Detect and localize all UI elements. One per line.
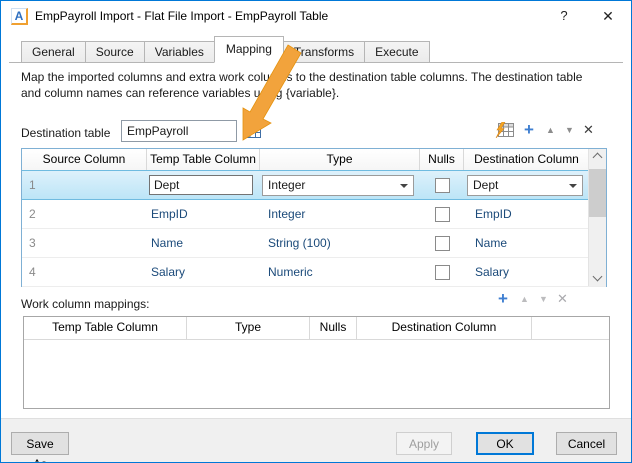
type-value: String (100) [260,236,420,250]
nulls-checkbox[interactable] [435,236,450,251]
temp-column-value: Salary [147,265,260,279]
column-header-source-column[interactable]: Source Column [22,149,147,170]
destination-column-value: EmpID [464,207,589,221]
chevron-up-icon [593,153,603,163]
vertical-scrollbar[interactable] [588,149,606,286]
grid-toolbar: + ▲ ▼ ✕ [495,120,596,140]
dialog-window: A EmpPayroll Import - Flat File Import -… [0,0,632,463]
scrollbar-thumb[interactable] [589,169,606,217]
type-value: Numeric [260,265,420,279]
tab-general[interactable]: General [21,41,86,63]
title-bar: A EmpPayroll Import - Flat File Import -… [1,1,631,31]
delete-row-icon[interactable]: ✕ [581,121,596,139]
delete-row-icon[interactable]: ✕ [555,290,570,308]
work-grid-toolbar: + ▲ ▼ ✕ [495,290,570,308]
mapping-grid-header: Source Column Temp Table Column Type Nul… [22,149,606,171]
scroll-down-button[interactable] [589,271,606,286]
destination-column-value: Salary [464,265,589,279]
destination-column-dropdown[interactable]: Dept [467,175,583,196]
auto-map-icon[interactable] [495,122,514,138]
move-down-icon[interactable]: ▼ [562,121,577,139]
instruction-text: Map the imported columns and extra work … [21,69,621,101]
column-header-destination-column[interactable]: Destination Column [357,317,532,339]
table-row[interactable]: 4 Salary Numeric Salary [22,258,606,287]
nulls-checkbox[interactable] [435,207,450,222]
row-number: 1 [22,178,147,192]
work-mappings-label: Work column mappings: [21,297,150,311]
close-button[interactable]: ✕ [593,1,623,31]
ok-button[interactable]: OK [476,432,534,455]
tab-variables[interactable]: Variables [144,41,215,63]
table-picker-icon[interactable] [244,123,261,138]
chevron-down-icon [569,184,577,188]
nulls-checkbox[interactable] [435,265,450,280]
button-bar: Save As Apply OK Cancel [1,418,631,462]
instruction-line-2: and column names can reference variables… [21,85,621,101]
tab-transforms[interactable]: Transforms [283,41,365,63]
move-down-icon[interactable]: ▼ [536,290,551,308]
temp-column-value: EmpID [147,207,260,221]
app-icon: A [11,8,28,25]
mapping-grid: Source Column Temp Table Column Type Nul… [21,148,607,287]
type-value: Integer [260,207,420,221]
column-header-nulls[interactable]: Nulls [420,149,464,170]
apply-button[interactable]: Apply [396,432,452,455]
tab-strip: General Source Variables Mapping Transfo… [21,37,429,63]
tab-source[interactable]: Source [85,41,145,63]
destination-table-input[interactable] [121,120,237,142]
destination-table-label: Destination table [21,126,110,140]
column-header-type[interactable]: Type [260,149,420,170]
temp-column-input[interactable] [149,175,253,195]
scroll-up-button[interactable] [589,149,606,164]
cancel-button[interactable]: Cancel [556,432,617,455]
column-header-nulls[interactable]: Nulls [310,317,357,339]
tab-mapping[interactable]: Mapping [214,36,284,63]
nulls-checkbox[interactable] [435,178,450,193]
window-title: EmpPayroll Import - Flat File Import - E… [35,1,328,31]
save-as-button[interactable]: Save As [11,432,69,455]
tab-execute[interactable]: Execute [364,41,429,63]
move-up-icon[interactable]: ▲ [517,290,532,308]
help-button[interactable]: ? [549,1,579,31]
column-header-destination-column[interactable]: Destination Column [464,149,589,170]
row-number: 4 [22,265,147,279]
add-row-icon[interactable]: + [521,121,537,139]
work-grid-header: Temp Table Column Type Nulls Destination… [24,317,609,340]
column-header-temp-table-column[interactable]: Temp Table Column [147,149,260,170]
chevron-down-icon [400,184,408,188]
table-row[interactable]: 2 EmpID Integer EmpID [22,200,606,229]
chevron-down-icon [593,272,603,282]
add-row-icon[interactable]: + [495,290,511,308]
destination-dropdown-value: Dept [473,178,498,192]
column-header-type[interactable]: Type [187,317,310,339]
column-header-temp-table-column[interactable]: Temp Table Column [24,317,187,339]
row-number: 3 [22,236,147,250]
type-dropdown-value: Integer [268,178,305,192]
work-mappings-grid: Temp Table Column Type Nulls Destination… [23,316,610,409]
table-row[interactable]: 1 Integer Dept [22,170,606,200]
temp-column-value: Name [147,236,260,250]
column-header-spacer [532,317,609,339]
move-up-icon[interactable]: ▲ [543,121,558,139]
type-dropdown[interactable]: Integer [262,175,414,196]
row-number: 2 [22,207,147,221]
instruction-line-1: Map the imported columns and extra work … [21,69,621,85]
table-row[interactable]: 3 Name String (100) Name [22,229,606,258]
destination-column-value: Name [464,236,589,250]
